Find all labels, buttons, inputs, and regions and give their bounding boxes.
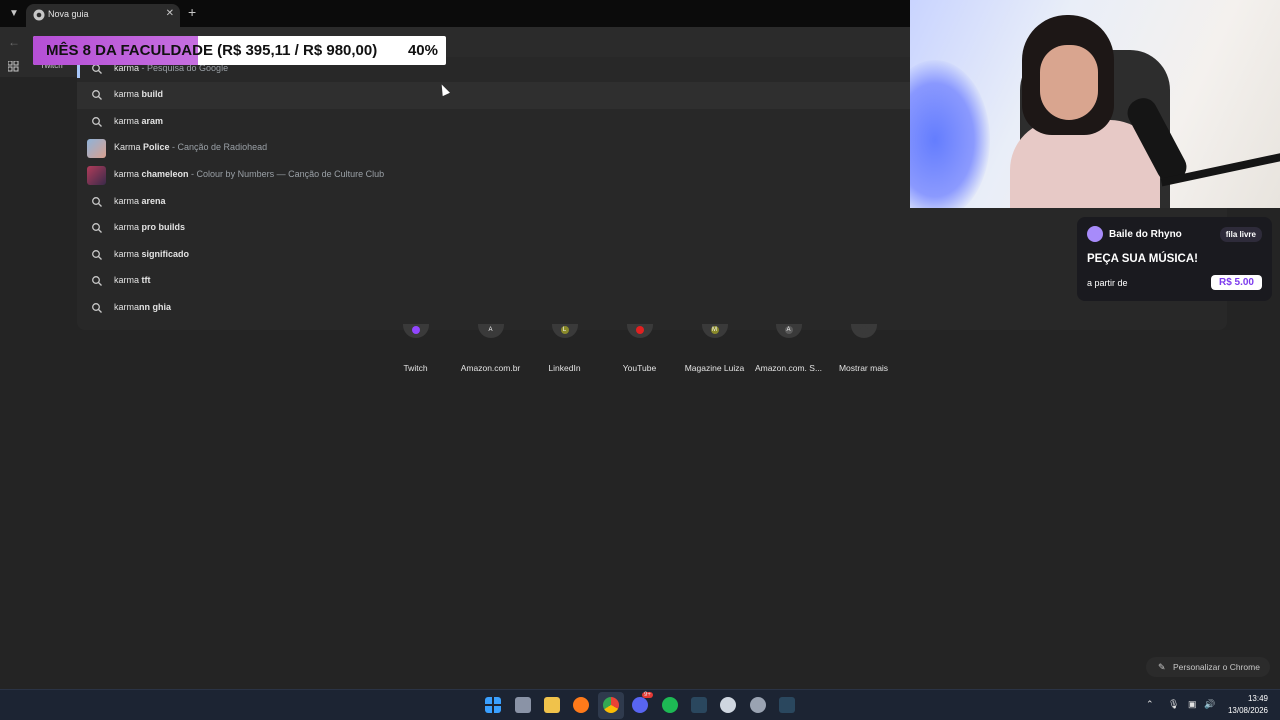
search-icon xyxy=(92,117,102,127)
webcam-backlight xyxy=(910,60,990,208)
suggestion-text: karma significado xyxy=(114,249,190,259)
shortcut-favicon xyxy=(411,326,420,334)
shortcut-icon: L xyxy=(551,324,578,338)
shortcut-icon: A xyxy=(775,324,802,338)
suggestion-text: karma arena xyxy=(114,196,166,206)
suggestion-text: Karma Police - Canção de Radiohead xyxy=(114,142,268,152)
customize-chrome-label: Personalizar o Chrome xyxy=(1173,662,1260,672)
shortcut-label: Amazon.com.br xyxy=(460,363,521,373)
chrome-favicon-icon xyxy=(33,9,45,21)
price-from-label: a partir de xyxy=(1087,278,1128,288)
volume-icon[interactable]: 🔊 xyxy=(1204,699,1215,710)
suggestion-text: karmann ghia xyxy=(114,302,172,312)
back-arrow-icon[interactable]: ← xyxy=(8,35,20,49)
shortcut-tile[interactable]: YouTube xyxy=(602,324,677,374)
clock-time: 13:49 xyxy=(1247,694,1268,703)
tab-title: Nova guia xyxy=(48,9,89,19)
discord-badge: 9+ xyxy=(642,692,653,698)
shortcut-favicon xyxy=(859,326,868,334)
app-icon[interactable] xyxy=(750,697,766,713)
music-widget-title: PEÇA SUA MÚSICA! xyxy=(1087,253,1198,265)
shortcut-tile[interactable]: Mostrar mais xyxy=(826,324,901,374)
apps-grid-icon[interactable] xyxy=(8,61,19,72)
microphone-icon[interactable]: 🎙 xyxy=(1168,699,1179,710)
shortcut-icon: A xyxy=(477,324,504,338)
shortcut-icon: M xyxy=(701,324,728,338)
tab-close-icon[interactable]: ✕ xyxy=(166,8,174,19)
music-widget-name: Baile do Rhyno xyxy=(1109,229,1182,240)
search-icon xyxy=(92,223,102,233)
queue-status-badge: fila livre xyxy=(1219,227,1262,242)
music-request-widget: Baile do Rhyno fila livre PEÇA SUA MÚSIC… xyxy=(1077,217,1272,301)
shortcut-tile[interactable]: M Magazine Luiza xyxy=(677,324,752,374)
screen: ▼ Nova guia ✕ + ← Twitch karma - Pesquis… xyxy=(0,0,1280,720)
shortcut-label: Twitch xyxy=(403,363,428,373)
shortcut-label: Magazine Luiza xyxy=(684,363,745,373)
suggestion-text: karma chameleon - Colour by Numbers — Ca… xyxy=(114,169,385,179)
network-icon[interactable]: ▣ xyxy=(1188,699,1197,710)
customize-chrome-button[interactable]: ✎ Personalizar o Chrome xyxy=(1146,657,1270,677)
suggestion-row[interactable]: karmann ghia xyxy=(77,295,1227,322)
shortcut-label: Amazon.com. S... xyxy=(754,363,823,373)
suggestion-row[interactable]: karma pro builds xyxy=(77,215,1227,242)
webcam-person-face xyxy=(1040,45,1098,120)
firefox-icon[interactable] xyxy=(573,697,589,713)
search-icon xyxy=(92,250,102,260)
shortcut-favicon: L xyxy=(560,326,569,334)
taskbar: 9+ ⌃ 🎙 ▣ 🔊 13:49 13/08/2026 xyxy=(0,689,1280,720)
goal-banner: MÊS 8 DA FACULDADE (R$ 395,11 / R$ 980,0… xyxy=(33,36,446,65)
search-icon xyxy=(92,90,102,100)
suggestion-text: karma tft xyxy=(114,275,151,285)
shortcut-favicon: A xyxy=(784,326,793,334)
clock[interactable]: 13:49 13/08/2026 xyxy=(1228,693,1268,717)
steam-alt-icon[interactable] xyxy=(779,697,795,713)
obs-icon[interactable] xyxy=(720,697,736,713)
steam-icon[interactable] xyxy=(691,697,707,713)
goal-text: MÊS 8 DA FACULDADE (R$ 395,11 / R$ 980,0… xyxy=(46,42,378,59)
clock-date: 13/08/2026 xyxy=(1227,706,1268,715)
album-thumbnail xyxy=(87,166,106,185)
shortcut-label: Mostrar mais xyxy=(838,363,889,373)
chrome-taskbar-icon[interactable] xyxy=(603,697,619,713)
windows-start-icon[interactable] xyxy=(485,697,501,713)
task-view-icon[interactable] xyxy=(515,697,531,713)
shortcut-tile[interactable]: A Amazon.com. S... xyxy=(751,324,826,374)
search-icon xyxy=(92,303,102,313)
chevron-up-icon[interactable]: ⌃ xyxy=(1146,699,1154,710)
suggestion-text: karma aram xyxy=(114,116,164,126)
suggestion-row[interactable]: karma tft xyxy=(77,268,1227,295)
shortcut-tile[interactable]: A Amazon.com.br xyxy=(453,324,528,374)
search-icon xyxy=(92,197,102,207)
shortcut-favicon xyxy=(635,326,644,334)
webcam-feed xyxy=(910,0,1280,208)
tab-nova-guia[interactable]: Nova guia ✕ xyxy=(26,4,180,27)
suggestion-text: karma pro builds xyxy=(114,222,186,232)
shortcut-label: YouTube xyxy=(622,363,657,373)
shortcut-favicon: M xyxy=(710,326,719,334)
price-badge: R$ 5.00 xyxy=(1210,275,1262,290)
shortcut-tile[interactable]: L LinkedIn xyxy=(527,324,602,374)
rhino-logo-icon xyxy=(1087,226,1103,242)
shortcut-favicon: A xyxy=(486,326,495,334)
shortcut-icon xyxy=(402,324,429,338)
file-explorer-icon[interactable] xyxy=(544,697,560,713)
new-tab-button[interactable]: + xyxy=(188,5,196,19)
suggestion-text: karma build xyxy=(114,89,164,99)
pencil-icon: ✎ xyxy=(1158,662,1166,672)
shortcut-tile[interactable]: Twitch xyxy=(378,324,453,374)
album-thumbnail xyxy=(87,139,106,158)
goal-percent: 40% xyxy=(407,42,438,59)
search-icon xyxy=(92,276,102,286)
spotify-icon[interactable] xyxy=(662,697,678,713)
suggestion-row[interactable]: karma significado xyxy=(77,242,1227,269)
shortcut-icon xyxy=(626,324,653,338)
shortcut-icon xyxy=(850,324,877,338)
discord-icon[interactable] xyxy=(632,697,648,713)
tab-search-chevron-icon[interactable]: ▼ xyxy=(6,6,22,22)
shortcut-label: LinkedIn xyxy=(548,363,581,373)
